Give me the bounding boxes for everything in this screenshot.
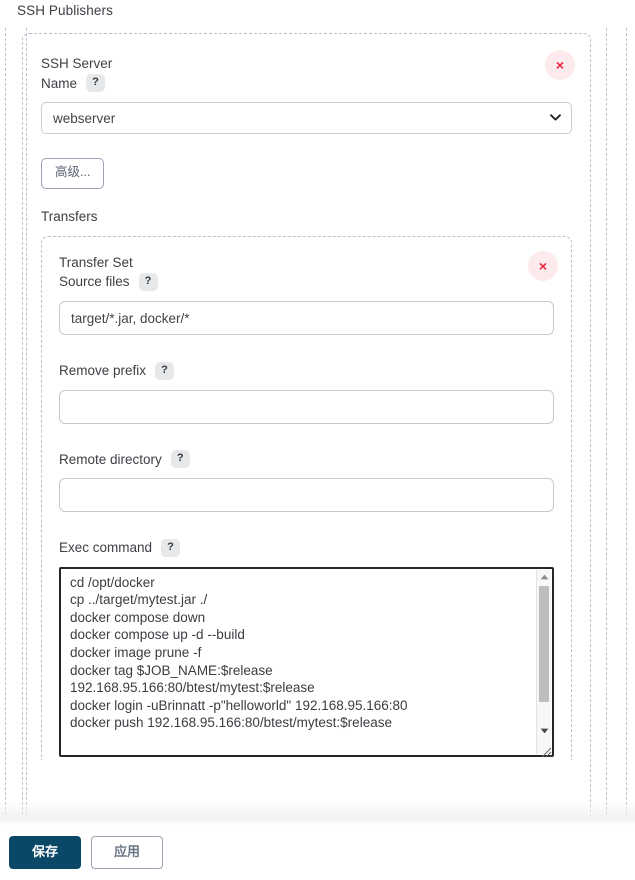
textarea-scrollbar[interactable] — [536, 569, 551, 754]
ssh-server-select-wrap: webserver — [41, 102, 572, 135]
scroll-down-arrow-icon[interactable] — [537, 723, 551, 738]
ssh-server-select[interactable]: webserver — [41, 102, 572, 135]
remove-ssh-publisher-button[interactable]: × — [545, 50, 575, 80]
remove-transfer-set-button[interactable]: × — [528, 250, 558, 281]
ssh-server-name-label-text-line2: Name — [41, 75, 78, 91]
exec-command-wrap: cd /opt/docker cp ../target/mytest.jar .… — [59, 566, 554, 760]
apply-button[interactable]: 应用 — [91, 836, 163, 869]
textarea-resize-handle[interactable] — [539, 745, 552, 758]
help-icon[interactable]: ? — [86, 74, 106, 93]
source-files-label: Source files — [59, 274, 130, 290]
help-icon[interactable]: ? — [138, 273, 158, 292]
scroll-up-arrow-icon[interactable] — [537, 569, 551, 584]
remove-prefix-input[interactable] — [59, 389, 554, 424]
remote-directory-input[interactable] — [59, 478, 554, 513]
ssh-publisher-block: × SSH Server Name ? webserver 高级... Tran… — [22, 33, 591, 880]
page-title: SSH Publishers — [17, 3, 113, 18]
remote-directory-label: Remote directory — [59, 451, 162, 467]
ssh-server-name-label-text-line1: SSH Server — [41, 56, 113, 71]
help-icon[interactable]: ? — [161, 538, 181, 557]
transfer-set-title: Transfer Set Source files ? — [59, 253, 554, 292]
ssh-server-name-label: SSH Server Name ? — [41, 54, 572, 93]
remove-prefix-label: Remove prefix — [59, 363, 147, 378]
source-files-input[interactable] — [59, 301, 554, 335]
help-icon[interactable]: ? — [170, 450, 190, 469]
remote-directory-label-row: Remote directory ? — [59, 450, 554, 470]
help-icon[interactable]: ? — [155, 361, 175, 380]
remove-prefix-label-row: Remove prefix ? — [59, 361, 554, 381]
save-button[interactable]: 保存 — [9, 836, 81, 869]
transfer-set-title-text: Transfer Set — [59, 254, 133, 270]
footer-actions: 保存 应用 — [0, 825, 635, 880]
exec-command-label: Exec command — [59, 540, 153, 556]
transfer-set-block: × Transfer Set Source files ? Remove pre… — [41, 235, 572, 760]
transfers-label: Transfers — [41, 208, 98, 224]
exec-command-textarea[interactable]: cd /opt/docker cp ../target/mytest.jar .… — [59, 566, 554, 757]
advanced-button[interactable]: 高级... — [41, 158, 105, 189]
exec-command-label-row: Exec command ? — [59, 538, 554, 558]
scrollbar-thumb[interactable] — [539, 585, 549, 702]
